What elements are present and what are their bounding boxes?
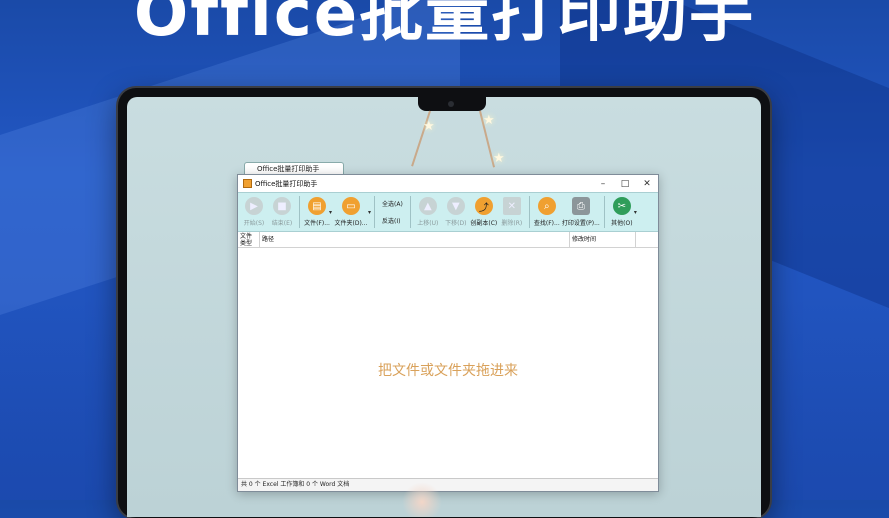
folder-label: 文件夹(D)...	[334, 220, 368, 227]
move-up-button[interactable]: ▲ 上移(U)	[414, 193, 442, 227]
stop-label: 结束(E)	[271, 220, 293, 227]
delete-label: 删除(R)	[501, 220, 523, 227]
laptop-screen: ★ ★ ★ Office批量打印助手 Office批量打印助手 – □ ✕ ▶ …	[127, 97, 761, 517]
folder-icon: ▭	[342, 197, 361, 215]
select-all-button[interactable]: 全选(A)	[382, 199, 403, 208]
toolbar-separator	[374, 196, 376, 228]
column-type-header[interactable]: 文件 类型	[238, 232, 260, 247]
stop-icon: ■	[273, 197, 291, 215]
star-icon: ★	[483, 113, 495, 128]
close-button[interactable]: ✕	[636, 179, 658, 189]
title-bar[interactable]: Office批量打印助手 – □ ✕	[238, 175, 658, 192]
window-title: Office批量打印助手	[255, 179, 318, 188]
toolbar-separator	[528, 196, 530, 228]
create-copy-label: 创副本(C)	[470, 220, 498, 227]
star-icon: ★	[493, 151, 505, 166]
copy-icon: ⤴	[474, 197, 493, 215]
toolbar-separator	[409, 196, 411, 228]
add-file-button[interactable]: ▤ 文件(F)...	[303, 193, 331, 227]
start-button[interactable]: ▶ 开始(S)	[240, 193, 268, 227]
add-folder-button[interactable]: ▭ 文件夹(D)...	[332, 193, 370, 227]
banner-title: Office批量打印助手	[133, 0, 756, 51]
list-header: 文件 类型 路径 修改时间	[238, 232, 658, 248]
column-modified-header[interactable]: 修改时间	[570, 232, 636, 247]
toolbar-separator	[299, 196, 300, 228]
file-label: 文件(F)...	[304, 220, 330, 227]
move-up-label: 上移(U)	[417, 220, 439, 227]
other-label: 其他(O)	[611, 220, 633, 227]
toolbar: ▶ 开始(S) ■ 结束(E) ▤ 文件(F)... ▾ ▭ 文件夹(D)...…	[238, 192, 658, 232]
printer-icon: ⎙	[571, 197, 590, 215]
play-icon: ▶	[245, 197, 263, 215]
move-down-button[interactable]: ▼ 下移(D)	[442, 193, 470, 227]
search-icon: ⌕	[537, 197, 556, 215]
start-label: 开始(S)	[243, 220, 265, 227]
tools-icon: ✂	[612, 197, 631, 215]
invert-selection-button[interactable]: 反选(I)	[382, 216, 403, 225]
find-button[interactable]: ⌕ 查找(F)...	[533, 193, 561, 227]
printer-app-icon	[243, 179, 252, 188]
app-window: Office批量打印助手 – □ ✕ ▶ 开始(S) ■ 结束(E) ▤ 文件(…	[237, 174, 659, 492]
camera-notch	[418, 97, 486, 111]
selection-group: 全选(A) 反选(I)	[378, 193, 407, 229]
other-button[interactable]: ✂ 其他(O)	[608, 193, 636, 227]
move-down-label: 下移(D)	[445, 220, 467, 227]
find-label: 查找(F)...	[533, 220, 560, 227]
minimize-button[interactable]: –	[592, 179, 614, 189]
maximize-button[interactable]: □	[614, 179, 636, 189]
print-settings-button[interactable]: ⎙ 打印设置(P)...	[561, 193, 601, 227]
column-path-header[interactable]: 路径	[260, 232, 570, 247]
laptop-frame: ★ ★ ★ Office批量打印助手 Office批量打印助手 – □ ✕ ▶ …	[118, 88, 770, 518]
status-bar: 共 0 个 Excel 工作簿和 0 个 Word 文档	[238, 478, 658, 491]
camera-icon	[448, 101, 454, 107]
arrow-down-icon: ▼	[446, 197, 465, 215]
delete-button[interactable]: ✕ 删除(R)	[498, 193, 526, 227]
stop-button[interactable]: ■ 结束(E)	[268, 193, 296, 227]
star-icon: ★	[423, 119, 435, 134]
toolbar-separator	[603, 196, 605, 228]
folder-dropdown-arrow[interactable]: ▾	[368, 209, 371, 216]
drop-hint: 把文件或文件夹拖进来	[378, 363, 518, 379]
file-icon: ▤	[308, 197, 326, 215]
delete-icon: ✕	[502, 197, 521, 215]
print-settings-label: 打印设置(P)...	[561, 220, 600, 227]
file-list[interactable]: 把文件或文件夹拖进来	[238, 248, 658, 479]
other-dropdown-arrow[interactable]: ▾	[634, 209, 637, 216]
arrow-up-icon: ▲	[418, 197, 437, 215]
create-copy-button[interactable]: ⤴ 创副本(C)	[470, 193, 498, 227]
